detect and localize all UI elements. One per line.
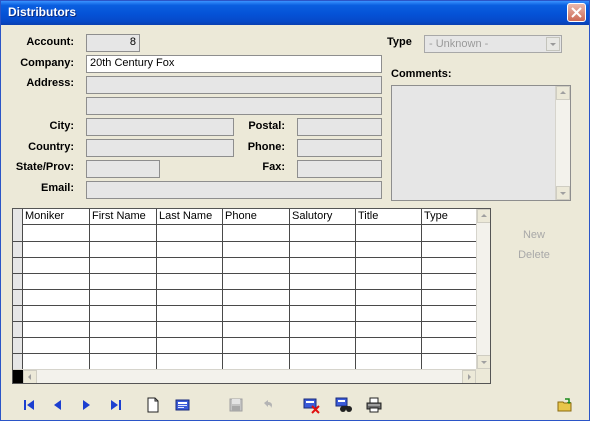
scroll-left-button[interactable] bbox=[23, 370, 37, 383]
grid-corner bbox=[13, 370, 23, 383]
last-record-button[interactable] bbox=[106, 396, 124, 414]
new-record-button[interactable] bbox=[144, 396, 162, 414]
undo-button[interactable] bbox=[259, 396, 277, 414]
find-button[interactable] bbox=[335, 396, 353, 414]
grid-horizontal-scrollbar[interactable] bbox=[13, 369, 476, 383]
next-record-button[interactable] bbox=[77, 396, 95, 414]
scroll-down-button[interactable] bbox=[477, 355, 490, 369]
first-record-icon bbox=[24, 400, 34, 410]
column-header-moniker[interactable]: Moniker bbox=[23, 209, 89, 225]
column-header-last-name[interactable]: Last Name bbox=[157, 209, 222, 225]
account-field[interactable]: 8 bbox=[86, 34, 140, 52]
close-button[interactable] bbox=[567, 3, 586, 22]
email-field[interactable] bbox=[86, 181, 382, 199]
address-line2-field[interactable] bbox=[86, 97, 382, 115]
account-label: Account: bbox=[26, 36, 74, 48]
new-record-icon bbox=[147, 397, 159, 413]
first-record-button[interactable] bbox=[21, 396, 39, 414]
phone-field[interactable] bbox=[297, 139, 382, 157]
table-row[interactable] bbox=[13, 305, 476, 306]
previous-record-icon bbox=[54, 400, 61, 410]
company-field[interactable]: 20th Century Fox bbox=[86, 55, 382, 73]
comments-scrollbar[interactable] bbox=[555, 86, 570, 200]
fax-field[interactable] bbox=[297, 160, 382, 178]
table-row[interactable] bbox=[13, 273, 476, 274]
company-label: Company: bbox=[20, 57, 74, 69]
undo-icon bbox=[264, 400, 272, 408]
print-button[interactable] bbox=[365, 396, 383, 414]
email-label: Email: bbox=[40, 182, 74, 194]
address-line1-field[interactable] bbox=[86, 76, 382, 94]
city-field[interactable] bbox=[86, 118, 234, 136]
grid-size-box bbox=[476, 369, 490, 383]
postal-label: Postal: bbox=[248, 120, 285, 132]
phone-label: Phone: bbox=[247, 141, 285, 153]
chevron-right-icon bbox=[468, 374, 471, 380]
table-row[interactable] bbox=[13, 353, 476, 354]
close-icon bbox=[571, 7, 582, 18]
window-title: Distributors bbox=[8, 5, 77, 19]
column-header-salutory[interactable]: Salutory bbox=[290, 209, 355, 225]
scroll-down-button[interactable] bbox=[556, 186, 570, 200]
postal-field[interactable] bbox=[297, 118, 382, 136]
chevron-up-icon bbox=[481, 214, 487, 217]
country-field[interactable] bbox=[86, 139, 234, 157]
contacts-grid-body: Moniker First Name Last Name Phone Salut… bbox=[13, 209, 476, 369]
exit-button[interactable] bbox=[556, 396, 574, 414]
print-icon bbox=[366, 397, 382, 413]
chevron-down-icon bbox=[481, 361, 487, 364]
state-field[interactable] bbox=[86, 160, 160, 178]
next-record-icon bbox=[83, 400, 90, 410]
delete-record-button[interactable] bbox=[303, 396, 321, 414]
type-selected-value: - Unknown - bbox=[429, 38, 489, 50]
find-icon bbox=[335, 397, 352, 412]
table-row[interactable] bbox=[13, 289, 476, 290]
scroll-right-button[interactable] bbox=[462, 370, 476, 383]
edit-record-icon bbox=[175, 399, 190, 411]
distributors-window: Distributors Account: Company: Address: … bbox=[0, 0, 590, 421]
fax-label: Fax: bbox=[262, 161, 285, 173]
table-row[interactable] bbox=[13, 337, 476, 338]
table-row[interactable] bbox=[13, 257, 476, 258]
state-label: State/Prov: bbox=[15, 161, 74, 173]
chevron-down-icon bbox=[560, 192, 566, 195]
comments-textarea[interactable] bbox=[391, 85, 571, 201]
delete-record-icon bbox=[303, 398, 320, 414]
scroll-up-button[interactable] bbox=[556, 86, 570, 100]
chevron-down-icon bbox=[550, 43, 556, 46]
address-label: Address: bbox=[26, 77, 74, 89]
country-label: Country: bbox=[28, 141, 74, 153]
grid-vertical-scrollbar[interactable] bbox=[476, 209, 490, 369]
chevron-up-icon bbox=[560, 91, 566, 94]
last-record-icon bbox=[111, 400, 121, 410]
title-bar[interactable]: Distributors bbox=[1, 1, 589, 25]
comments-label: Comments: bbox=[391, 68, 452, 80]
column-header-phone[interactable]: Phone bbox=[223, 209, 289, 225]
delete-contact-button[interactable]: Delete bbox=[509, 249, 559, 261]
dropdown-arrow-button[interactable] bbox=[546, 37, 560, 51]
save-icon bbox=[229, 398, 243, 412]
type-label: Type bbox=[387, 36, 412, 48]
table-row[interactable] bbox=[13, 321, 476, 322]
type-dropdown[interactable]: - Unknown - bbox=[424, 35, 562, 53]
exit-icon bbox=[557, 398, 572, 412]
column-header-type[interactable]: Type bbox=[422, 209, 476, 225]
column-header-title[interactable]: Title bbox=[356, 209, 421, 225]
scroll-up-button[interactable] bbox=[477, 209, 490, 223]
chevron-left-icon bbox=[28, 374, 31, 380]
column-header-first-name[interactable]: First Name bbox=[90, 209, 156, 225]
save-button[interactable] bbox=[227, 396, 245, 414]
table-row[interactable] bbox=[13, 241, 476, 242]
new-contact-button[interactable]: New bbox=[509, 229, 559, 241]
city-label: City: bbox=[49, 120, 74, 132]
contacts-grid[interactable]: Moniker First Name Last Name Phone Salut… bbox=[12, 208, 491, 384]
previous-record-button[interactable] bbox=[49, 396, 67, 414]
edit-record-button[interactable] bbox=[174, 396, 192, 414]
